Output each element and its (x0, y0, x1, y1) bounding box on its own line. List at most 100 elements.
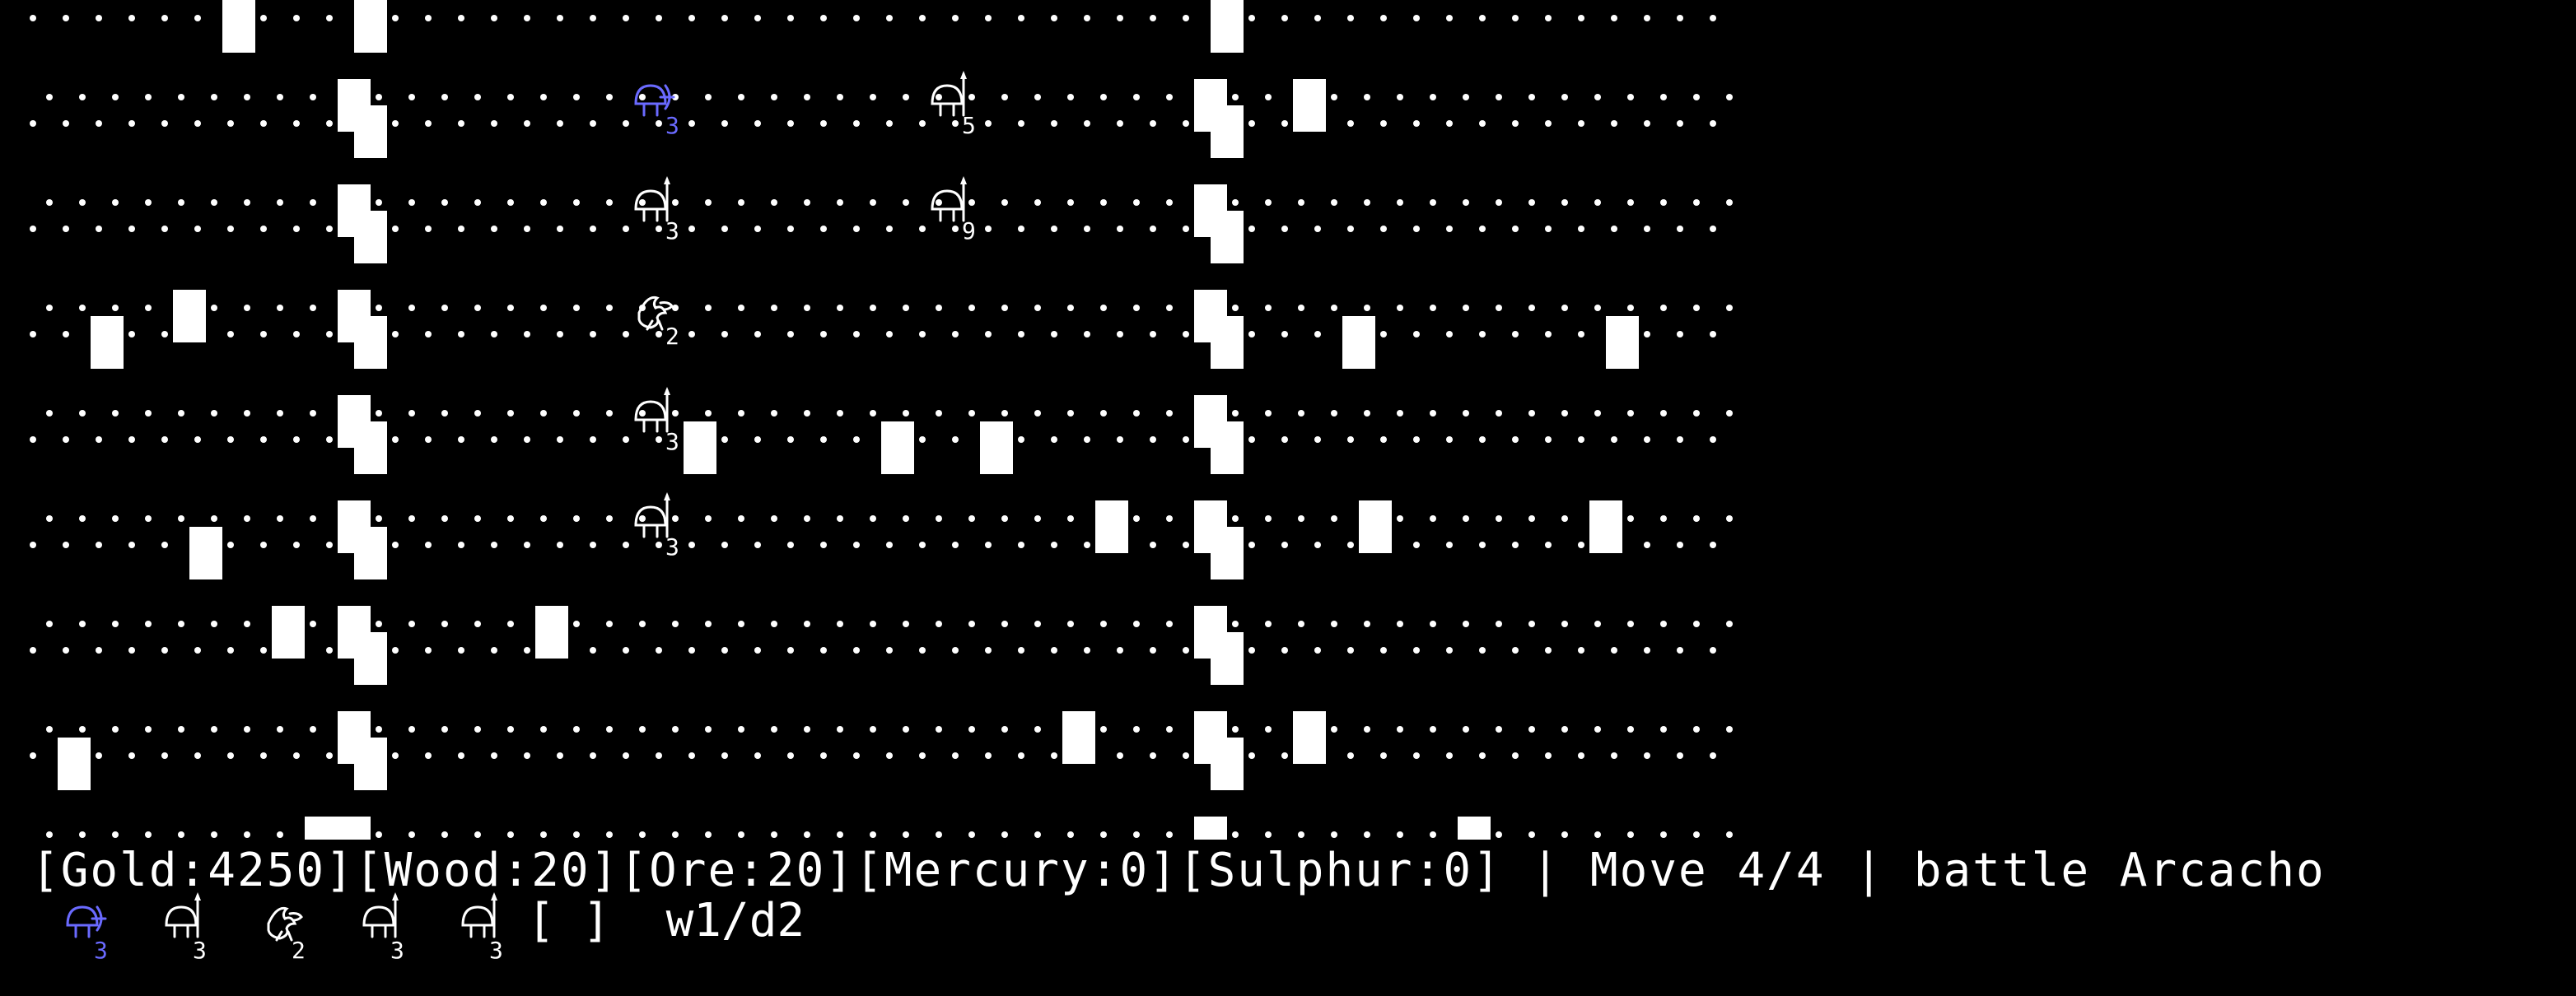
hex-cell[interactable] (1232, 199, 1239, 206)
hex-cell[interactable] (540, 515, 547, 522)
hex-cell[interactable] (952, 752, 959, 759)
hex-cell[interactable] (112, 410, 119, 417)
hex-cell[interactable] (1644, 331, 1650, 337)
hex-cell[interactable] (458, 647, 464, 654)
hex-cell[interactable] (1545, 647, 1552, 654)
hex-cell[interactable] (1660, 515, 1667, 522)
hex-cell[interactable] (1644, 226, 1650, 232)
hex-cell[interactable] (1133, 831, 1140, 838)
hex-cell[interactable] (1644, 752, 1650, 759)
hex-cell[interactable] (738, 515, 744, 522)
hex-cell[interactable] (1413, 15, 1420, 21)
hex-cell[interactable] (1067, 305, 1074, 311)
hex-cell[interactable] (886, 226, 893, 232)
hex-cell[interactable] (919, 15, 926, 21)
hex-cell[interactable] (1001, 726, 1008, 733)
hex-cell[interactable] (1677, 752, 1683, 759)
hex-cell[interactable] (1051, 226, 1057, 232)
hex-cell[interactable] (1364, 621, 1370, 627)
hex-cell[interactable] (161, 120, 168, 127)
hex-cell[interactable] (441, 726, 448, 733)
hex-cell[interactable] (1578, 120, 1584, 127)
hex-cell[interactable] (1364, 831, 1370, 838)
hex-cell[interactable] (96, 15, 102, 21)
hex-cell[interactable] (1281, 436, 1288, 443)
hex-cell[interactable] (820, 647, 827, 654)
hex-cell[interactable] (804, 831, 810, 838)
hex-cell[interactable] (458, 15, 464, 21)
hex-cell[interactable] (639, 94, 646, 100)
hex-cell[interactable] (1611, 436, 1617, 443)
hex-cell[interactable] (145, 621, 152, 627)
hex-cell[interactable] (425, 542, 432, 548)
hex-cell[interactable] (1117, 120, 1123, 127)
hex-cell[interactable] (491, 436, 497, 443)
hex-cell[interactable] (705, 515, 712, 522)
hex-cell[interactable] (161, 226, 168, 232)
hex-cell[interactable] (919, 436, 926, 443)
hex-cell[interactable] (623, 752, 629, 759)
hex-cell[interactable] (919, 331, 926, 337)
hex-cell[interactable] (491, 752, 497, 759)
hex-cell[interactable] (145, 199, 152, 206)
hex-cell[interactable] (656, 15, 662, 21)
hex-cell[interactable] (919, 752, 926, 759)
hex-cell[interactable] (30, 120, 36, 127)
hex-cell[interactable] (1660, 305, 1667, 311)
hex-cell[interactable] (474, 515, 481, 522)
hex-cell[interactable] (1364, 726, 1370, 733)
hex-cell[interactable] (1397, 726, 1403, 733)
hex-cell[interactable] (870, 831, 876, 838)
hex-cell[interactable] (903, 199, 909, 206)
hex-cell[interactable] (425, 120, 432, 127)
hex-cell[interactable] (1710, 542, 1716, 548)
hex-cell[interactable] (79, 94, 86, 100)
hex-cell[interactable] (96, 542, 102, 548)
hex-cell[interactable] (968, 199, 975, 206)
hex-cell[interactable] (1265, 199, 1272, 206)
hex-cell[interactable] (656, 226, 662, 232)
hex-cell[interactable] (1018, 752, 1024, 759)
hex-cell[interactable] (639, 831, 646, 838)
hex-cell[interactable] (408, 199, 415, 206)
hex-cell[interactable] (968, 515, 975, 522)
hex-cell[interactable] (1133, 621, 1140, 627)
hex-cell[interactable] (1265, 94, 1272, 100)
hex-cell[interactable] (1051, 647, 1057, 654)
hex-cell[interactable] (1660, 94, 1667, 100)
hex-cell[interactable] (688, 226, 695, 232)
hex-cell[interactable] (1117, 15, 1123, 21)
hex-cell[interactable] (1528, 621, 1535, 627)
hex-cell[interactable] (408, 726, 415, 733)
hex-cell[interactable] (1710, 15, 1716, 21)
hex-cell[interactable] (63, 436, 69, 443)
hex-cell[interactable] (1331, 199, 1337, 206)
hex-cell[interactable] (1693, 726, 1700, 733)
hex-cell[interactable] (1479, 542, 1486, 548)
hex-cell[interactable] (1364, 410, 1370, 417)
hex-cell[interactable] (1281, 120, 1288, 127)
hex-cell[interactable] (1413, 752, 1420, 759)
hex-cell[interactable] (1512, 752, 1519, 759)
hex-cell[interactable] (573, 831, 580, 838)
hex-cell[interactable] (936, 726, 942, 733)
hex-cell[interactable] (507, 726, 514, 733)
hex-cell[interactable] (491, 226, 497, 232)
hex-cell[interactable] (968, 621, 975, 627)
hex-cell[interactable] (1397, 831, 1403, 838)
hex-cell[interactable] (227, 752, 234, 759)
hex-cell[interactable] (1611, 647, 1617, 654)
hex-cell[interactable] (1051, 752, 1057, 759)
hex-cell[interactable] (1726, 410, 1733, 417)
hex-cell[interactable] (524, 120, 530, 127)
hex-cell[interactable] (1413, 226, 1420, 232)
hex-cell[interactable] (573, 199, 580, 206)
hex-cell[interactable] (1117, 647, 1123, 654)
hex-cell[interactable] (688, 752, 695, 759)
hex-cell[interactable] (1726, 305, 1733, 311)
hex-cell[interactable] (771, 305, 777, 311)
hex-cell[interactable] (1051, 331, 1057, 337)
hex-cell[interactable] (705, 94, 712, 100)
hex-cell[interactable] (870, 410, 876, 417)
hex-cell[interactable] (161, 331, 168, 337)
